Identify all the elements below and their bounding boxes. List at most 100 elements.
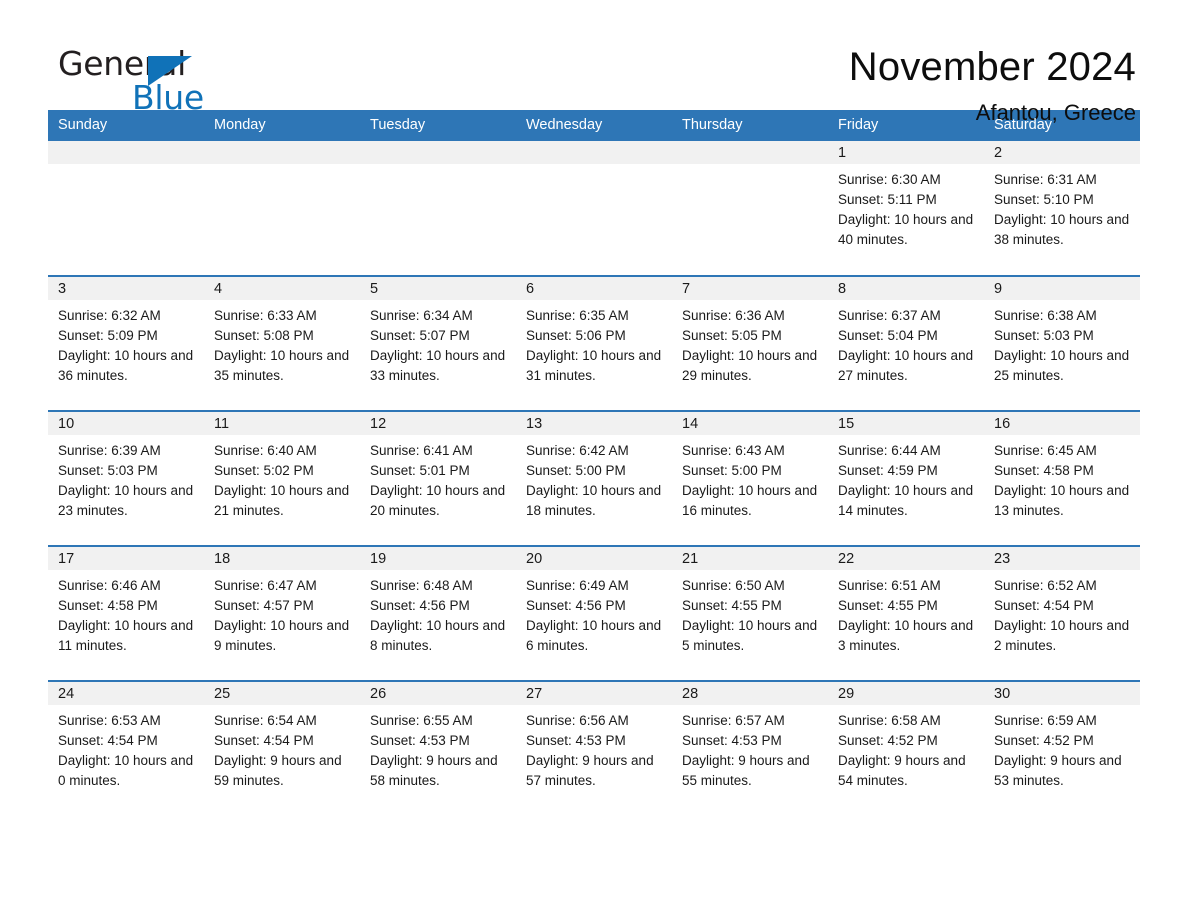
calendar-week-row: 3 Sunrise: 6:32 AM Sunset: 5:09 PM Daylight… bbox=[48, 275, 1140, 411]
calendar-day-cell[interactable]: 5 Sunrise: 6:34 AM Sunset: 5:07 PM Daylight… bbox=[360, 275, 516, 411]
day-details: Sunrise: 6:40 AM Sunset: 5:02 PM Daylight:… bbox=[204, 435, 360, 521]
day-number: 7 bbox=[672, 277, 828, 300]
calendar-day-cell[interactable]: 3 Sunrise: 6:32 AM Sunset: 5:09 PM Daylight… bbox=[48, 275, 204, 411]
calendar-day-cell[interactable]: 13 Sunrise: 6:42 AM Sunset: 5:00 PM Dayligh… bbox=[516, 410, 672, 546]
sunset-text: Sunset: 4:58 PM bbox=[58, 598, 158, 613]
sunrise-text: Sunrise: 6:59 AM bbox=[994, 713, 1097, 728]
sunrise-text: Sunrise: 6:44 AM bbox=[838, 443, 941, 458]
sunset-text: Sunset: 4:54 PM bbox=[214, 733, 314, 748]
calendar-day-cell[interactable]: 17 Sunrise: 6:46 AM Sunset: 4:58 PM Dayligh… bbox=[48, 545, 204, 681]
daylight-text: Daylight: 9 hours and 57 minutes. bbox=[526, 753, 654, 788]
day-details: Sunrise: 6:48 AM Sunset: 4:56 PM Daylight:… bbox=[360, 570, 516, 656]
sunrise-text: Sunrise: 6:40 AM bbox=[214, 443, 317, 458]
day-number: 21 bbox=[672, 547, 828, 570]
daylight-text: Daylight: 10 hours and 3 minutes. bbox=[838, 618, 974, 653]
calendar-day-cell[interactable]: 24 Sunrise: 6:53 AM Sunset: 4:54 PM Dayligh… bbox=[48, 680, 204, 816]
calendar-day-cell[interactable]: 1 Sunrise: 6:30 AM Sunset: 5:11 PM Daylight… bbox=[828, 141, 984, 276]
general-blue-logo[interactable]: General Blue bbox=[48, 44, 308, 116]
sunrise-text: Sunrise: 6:57 AM bbox=[682, 713, 785, 728]
calendar-day-cell[interactable]: 23 Sunrise: 6:52 AM Sunset: 4:54 PM Dayligh… bbox=[984, 545, 1140, 681]
weekday-header-thursday: Thursday bbox=[672, 110, 828, 141]
calendar-day-cell[interactable]: 18 Sunrise: 6:47 AM Sunset: 4:57 PM Dayligh… bbox=[204, 545, 360, 681]
sunrise-text: Sunrise: 6:47 AM bbox=[214, 578, 317, 593]
sunset-text: Sunset: 4:56 PM bbox=[370, 598, 470, 613]
calendar-empty-cell bbox=[516, 141, 672, 276]
day-number: 15 bbox=[828, 412, 984, 435]
calendar-day-cell[interactable]: 11 Sunrise: 6:40 AM Sunset: 5:02 PM Dayligh… bbox=[204, 410, 360, 546]
calendar-day-cell[interactable]: 21 Sunrise: 6:50 AM Sunset: 4:55 PM Dayligh… bbox=[672, 545, 828, 681]
day-number: 19 bbox=[360, 547, 516, 570]
sunset-text: Sunset: 4:57 PM bbox=[214, 598, 314, 613]
sunset-text: Sunset: 4:52 PM bbox=[994, 733, 1094, 748]
day-details: Sunrise: 6:35 AM Sunset: 5:06 PM Daylight:… bbox=[516, 300, 672, 386]
calendar-day-cell[interactable]: 12 Sunrise: 6:41 AM Sunset: 5:01 PM Dayligh… bbox=[360, 410, 516, 546]
day-number: 17 bbox=[48, 547, 204, 570]
daylight-text: Daylight: 10 hours and 18 minutes. bbox=[526, 483, 662, 518]
sunrise-text: Sunrise: 6:50 AM bbox=[682, 578, 785, 593]
sunset-text: Sunset: 5:07 PM bbox=[370, 328, 470, 343]
day-number: 3 bbox=[48, 277, 204, 300]
daylight-text: Daylight: 10 hours and 16 minutes. bbox=[682, 483, 818, 518]
calendar-day-cell[interactable]: 8 Sunrise: 6:37 AM Sunset: 5:04 PM Daylight… bbox=[828, 275, 984, 411]
calendar-day-cell[interactable]: 7 Sunrise: 6:36 AM Sunset: 5:05 PM Daylight… bbox=[672, 275, 828, 411]
daylight-text: Daylight: 9 hours and 59 minutes. bbox=[214, 753, 342, 788]
day-number: 16 bbox=[984, 412, 1140, 435]
day-number bbox=[204, 141, 360, 164]
sunrise-text: Sunrise: 6:34 AM bbox=[370, 308, 473, 323]
page-subtitle-location: Afantou, Greece bbox=[975, 100, 1136, 125]
day-details: Sunrise: 6:30 AM Sunset: 5:11 PM Daylight:… bbox=[828, 164, 984, 250]
daylight-text: Daylight: 10 hours and 2 minutes. bbox=[994, 618, 1130, 653]
daylight-text: Daylight: 9 hours and 55 minutes. bbox=[682, 753, 810, 788]
sunset-text: Sunset: 5:06 PM bbox=[526, 328, 626, 343]
calendar-day-cell[interactable]: 6 Sunrise: 6:35 AM Sunset: 5:06 PM Daylight… bbox=[516, 275, 672, 411]
day-number: 28 bbox=[672, 682, 828, 705]
calendar-day-cell[interactable]: 29 Sunrise: 6:58 AM Sunset: 4:52 PM Dayligh… bbox=[828, 680, 984, 816]
calendar-day-cell[interactable]: 15 Sunrise: 6:44 AM Sunset: 4:59 PM Dayligh… bbox=[828, 410, 984, 546]
day-number: 2 bbox=[984, 141, 1140, 164]
daylight-text: Daylight: 10 hours and 23 minutes. bbox=[58, 483, 194, 518]
calendar-day-cell[interactable]: 30 Sunrise: 6:59 AM Sunset: 4:52 PM Dayligh… bbox=[984, 680, 1140, 816]
day-number: 26 bbox=[360, 682, 516, 705]
calendar-day-cell[interactable]: 10 Sunrise: 6:39 AM Sunset: 5:03 PM Dayligh… bbox=[48, 410, 204, 546]
sunset-text: Sunset: 5:04 PM bbox=[838, 328, 938, 343]
sunset-text: Sunset: 4:56 PM bbox=[526, 598, 626, 613]
day-number: 8 bbox=[828, 277, 984, 300]
calendar-day-cell[interactable]: 14 Sunrise: 6:43 AM Sunset: 5:00 PM Dayligh… bbox=[672, 410, 828, 546]
daylight-text: Daylight: 10 hours and 8 minutes. bbox=[370, 618, 506, 653]
calendar-day-cell[interactable]: 16 Sunrise: 6:45 AM Sunset: 4:58 PM Dayligh… bbox=[984, 410, 1140, 546]
calendar-day-cell[interactable]: 28 Sunrise: 6:57 AM Sunset: 4:53 PM Dayligh… bbox=[672, 680, 828, 816]
day-number: 22 bbox=[828, 547, 984, 570]
day-number: 14 bbox=[672, 412, 828, 435]
calendar-day-cell[interactable]: 2 Sunrise: 6:31 AM Sunset: 5:10 PM Daylight… bbox=[984, 141, 1140, 276]
calendar-day-cell[interactable]: 4 Sunrise: 6:33 AM Sunset: 5:08 PM Daylight… bbox=[204, 275, 360, 411]
daylight-text: Daylight: 10 hours and 21 minutes. bbox=[214, 483, 350, 518]
day-number: 11 bbox=[204, 412, 360, 435]
title-block: November 2024 Afantou, Greece bbox=[849, 44, 1140, 126]
calendar-day-cell[interactable]: 26 Sunrise: 6:55 AM Sunset: 4:53 PM Dayligh… bbox=[360, 680, 516, 816]
daylight-text: Daylight: 10 hours and 31 minutes. bbox=[526, 348, 662, 383]
sunset-text: Sunset: 5:08 PM bbox=[214, 328, 314, 343]
calendar-day-cell[interactable]: 9 Sunrise: 6:38 AM Sunset: 5:03 PM Daylight… bbox=[984, 275, 1140, 411]
daylight-text: Daylight: 10 hours and 11 minutes. bbox=[58, 618, 194, 653]
sunset-text: Sunset: 4:52 PM bbox=[838, 733, 938, 748]
sunset-text: Sunset: 4:55 PM bbox=[682, 598, 782, 613]
calendar-day-cell[interactable]: 25 Sunrise: 6:54 AM Sunset: 4:54 PM Dayligh… bbox=[204, 680, 360, 816]
day-details: Sunrise: 6:44 AM Sunset: 4:59 PM Daylight:… bbox=[828, 435, 984, 521]
sunrise-text: Sunrise: 6:32 AM bbox=[58, 308, 161, 323]
calendar-day-cell[interactable]: 20 Sunrise: 6:49 AM Sunset: 4:56 PM Dayligh… bbox=[516, 545, 672, 681]
sunrise-text: Sunrise: 6:35 AM bbox=[526, 308, 629, 323]
day-details: Sunrise: 6:32 AM Sunset: 5:09 PM Daylight:… bbox=[48, 300, 204, 386]
calendar-day-cell[interactable]: 27 Sunrise: 6:56 AM Sunset: 4:53 PM Dayligh… bbox=[516, 680, 672, 816]
day-number: 5 bbox=[360, 277, 516, 300]
sunrise-text: Sunrise: 6:49 AM bbox=[526, 578, 629, 593]
day-details: Sunrise: 6:39 AM Sunset: 5:03 PM Daylight:… bbox=[48, 435, 204, 521]
calendar-day-cell[interactable]: 19 Sunrise: 6:48 AM Sunset: 4:56 PM Dayligh… bbox=[360, 545, 516, 681]
daylight-text: Daylight: 10 hours and 13 minutes. bbox=[994, 483, 1130, 518]
calendar-day-cell[interactable]: 22 Sunrise: 6:51 AM Sunset: 4:55 PM Dayligh… bbox=[828, 545, 984, 681]
daylight-text: Daylight: 10 hours and 14 minutes. bbox=[838, 483, 974, 518]
day-details: Sunrise: 6:43 AM Sunset: 5:00 PM Daylight:… bbox=[672, 435, 828, 521]
daylight-text: Daylight: 10 hours and 20 minutes. bbox=[370, 483, 506, 518]
sunrise-text: Sunrise: 6:53 AM bbox=[58, 713, 161, 728]
sunrise-text: Sunrise: 6:46 AM bbox=[58, 578, 161, 593]
sunrise-text: Sunrise: 6:51 AM bbox=[838, 578, 941, 593]
